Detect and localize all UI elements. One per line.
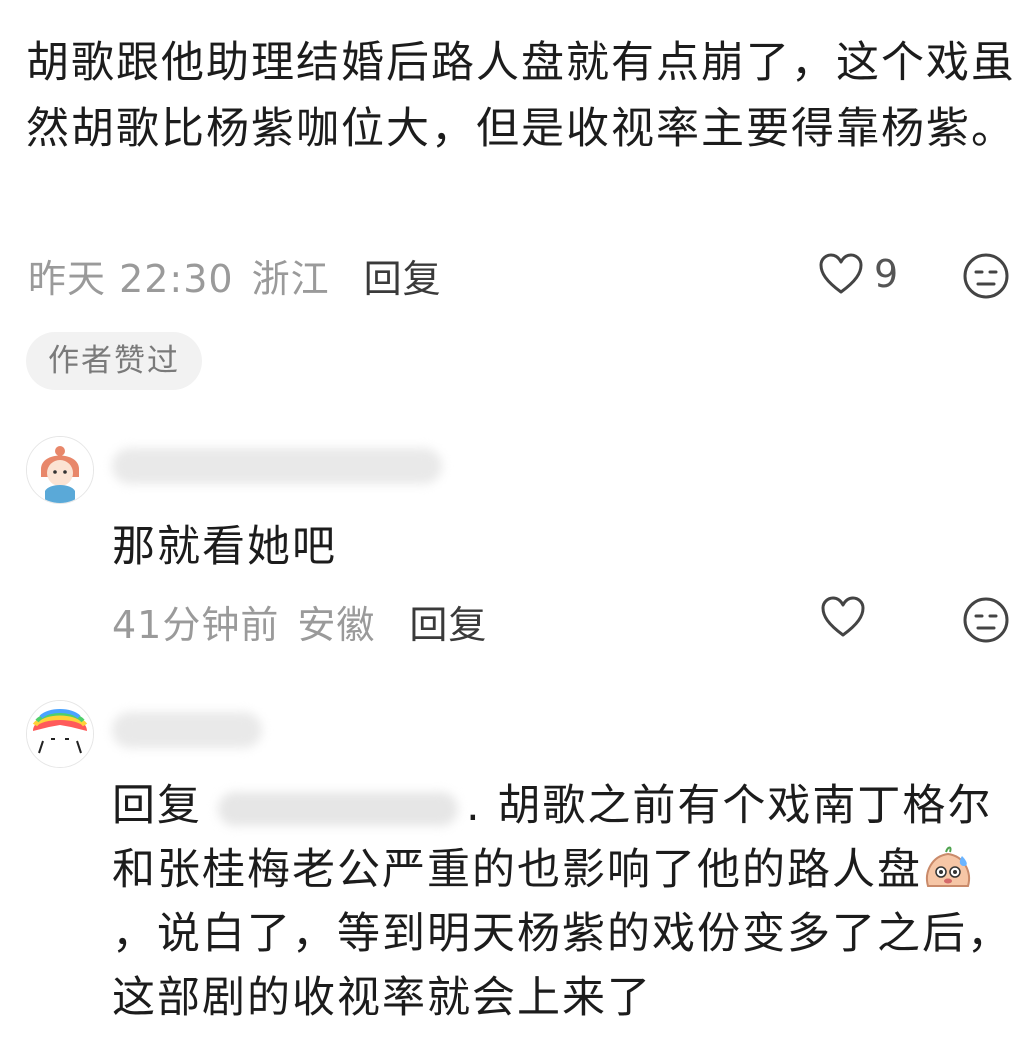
avatar[interactable] [26,436,94,504]
blurred-username [112,712,262,748]
reply-text: 那就看她吧 [112,522,337,572]
comment-time: 41分钟前 [112,603,280,647]
reply-button[interactable]: 回复 [364,248,442,303]
main-comment-text: 胡歌跟他助理结婚后路人盘就有点崩了，这个戏虽然胡歌比杨紫咖位大，但是收视率主要得… [26,38,1016,154]
reply-text: 回复. 胡歌之前有个戏南丁格尔和张桂梅老公严重的也影响了他的路人盘 ，说白了，等… [112,774,1017,1030]
reply-button[interactable]: 回复 [409,594,487,649]
comment-location: 安徽 [297,603,376,647]
author-liked-badge: 作者赞过 [26,332,202,390]
heart-outline-icon [818,253,864,295]
heart-outline-icon [820,596,866,638]
meh-face-icon[interactable] [962,252,1010,300]
meh-face-icon[interactable] [962,596,1010,644]
comment-time: 昨天 22:30 [28,257,234,301]
like-button[interactable] [820,596,866,638]
like-count: 9 [874,252,899,296]
reply-body-part2: ，说白了，等到明天杨紫的戏份变多了之后，这部剧的收视率就会上来了 [112,909,1012,1023]
sweat-emoji-icon [922,842,974,894]
like-button[interactable]: 9 [818,252,898,296]
reply-prefix: 回复 [112,781,202,831]
main-comment-meta: 昨天 22:30 浙江 回复 [28,248,442,303]
reply-meta: 41分钟前 安徽 回复 [112,594,487,649]
blurred-mention [218,791,458,826]
avatar[interactable] [26,700,94,768]
comment-location: 浙江 [251,257,330,301]
blurred-username [112,448,442,484]
